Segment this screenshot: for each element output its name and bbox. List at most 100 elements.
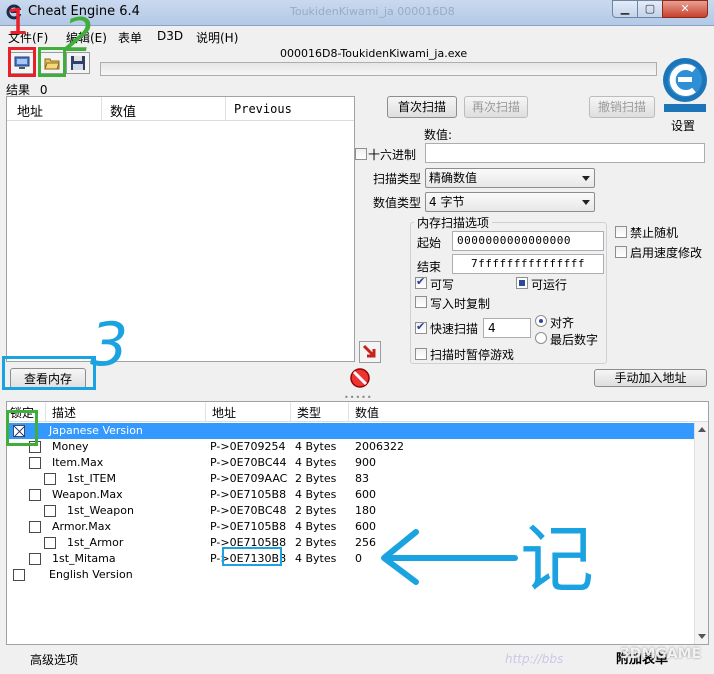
column-address[interactable]: 地址 — [212, 404, 236, 421]
last-digits-radio[interactable] — [535, 332, 547, 344]
table-row[interactable]: English Version — [7, 567, 695, 583]
menu-d3d[interactable]: D3D — [157, 29, 183, 43]
menu-file[interactable]: 文件(F) — [8, 29, 48, 46]
pause-game-checkbox[interactable] — [415, 348, 427, 360]
table-row[interactable]: Weapon.Max P->0E7105B8 4 Bytes 600 — [7, 487, 695, 503]
row-value: 900 — [355, 456, 376, 469]
row-active-checkbox[interactable] — [44, 505, 56, 517]
row-type: 4 Bytes — [295, 440, 337, 453]
address-table[interactable]: 锁定 描述 地址 类型 数值 Japanese Version Money P->0… — [6, 401, 709, 645]
column-previous[interactable]: Previous — [234, 102, 292, 116]
row-active-checkbox[interactable] — [29, 553, 41, 565]
undo-scan-button[interactable]: 撤销扫描 — [589, 96, 655, 118]
close-button[interactable]: ✕ — [662, 0, 708, 18]
scan-type-value: 精确数值 — [429, 171, 478, 185]
start-label: 起始 — [417, 236, 442, 250]
chevron-down-icon — [582, 200, 590, 205]
row-active-checkbox[interactable] — [29, 441, 41, 453]
executable-checkbox[interactable] — [516, 277, 528, 289]
row-type: 2 Bytes — [295, 536, 337, 549]
row-description: 1st_Weapon — [67, 504, 134, 517]
value-input[interactable] — [425, 143, 705, 163]
copy-on-write-label: 写入时复制 — [430, 297, 491, 311]
row-active-checkbox[interactable] — [13, 569, 25, 581]
start-address-input[interactable]: 0000000000000000 — [452, 231, 604, 251]
value-type-select[interactable]: 4 字节 — [425, 192, 595, 212]
no-random-label: 禁止随机 — [630, 226, 679, 240]
table-row[interactable]: 1st_Weapon P->0E70BC48 2 Bytes 180 — [7, 503, 695, 519]
settings-label[interactable]: 设置 — [671, 117, 695, 134]
window-title: Cheat Engine 6.4 — [28, 4, 140, 19]
row-address: P->0E7105B8 — [210, 536, 287, 549]
save-button[interactable] — [66, 52, 90, 74]
results-label: 结果 — [6, 83, 31, 97]
row-active-checkbox[interactable] — [29, 489, 41, 501]
row-address: P->0E7105B8 — [210, 488, 287, 501]
open-file-button[interactable] — [40, 52, 64, 74]
select-process-button[interactable] — [10, 52, 34, 74]
red-arrow-icon — [362, 344, 376, 358]
next-scan-button[interactable]: 再次扫描 — [464, 96, 528, 118]
column-active[interactable]: 锁定 — [10, 404, 34, 421]
watermark-url: http://bbs — [505, 652, 564, 666]
row-active-checkbox[interactable] — [29, 521, 41, 533]
memory-view-button[interactable]: 查看内存 — [10, 368, 86, 390]
scan-results-list[interactable]: 地址 数值 Previous — [6, 96, 355, 362]
row-description: English Version — [49, 568, 133, 581]
column-type[interactable]: 类型 — [297, 404, 321, 421]
menu-help[interactable]: 说明(H) — [196, 29, 238, 46]
fast-scan-input[interactable]: 4 — [483, 318, 531, 338]
scroll-down-icon[interactable] — [698, 634, 706, 639]
value-label: 数值: — [424, 128, 453, 142]
table-row[interactable]: 1st_Mitama P->0E7130B8 4 Bytes 0 — [7, 551, 695, 567]
alignment-radio[interactable] — [535, 315, 547, 327]
menu-bar: 文件(F) 编辑(E) 表单 D3D 说明(H) — [0, 26, 714, 46]
minimize-button[interactable]: ▁ — [612, 0, 638, 18]
column-description[interactable]: 描述 — [52, 404, 76, 421]
menu-edit[interactable]: 编辑(E) — [66, 29, 107, 46]
copy-on-write-checkbox[interactable] — [415, 296, 427, 308]
fast-scan-label: 快速扫描 — [430, 322, 479, 336]
cheat-engine-logo-icon[interactable] — [658, 56, 712, 116]
chevron-down-icon — [582, 176, 590, 181]
clear-list-button[interactable] — [349, 367, 371, 389]
row-active-checkbox[interactable] — [13, 425, 25, 437]
open-folder-icon — [44, 58, 60, 70]
scan-type-select[interactable]: 精确数值 — [425, 168, 595, 188]
row-type: 4 Bytes — [295, 488, 337, 501]
menu-table[interactable]: 表单 — [118, 29, 142, 46]
row-description: 1st_Armor — [67, 536, 124, 549]
row-description: Item.Max — [52, 456, 104, 469]
fast-scan-checkbox[interactable] — [415, 320, 427, 334]
advanced-options-link[interactable]: 高级选项 — [30, 651, 78, 668]
table-row[interactable]: Money P->0E709254 4 Bytes 2006322 — [7, 439, 695, 455]
add-address-manually-button[interactable]: 手动加入地址 — [594, 369, 707, 387]
table-row[interactable]: 1st_ITEM P->0E709AAC 2 Bytes 83 — [7, 471, 695, 487]
writable-label: 可写 — [430, 278, 455, 292]
column-value[interactable]: 数值 — [110, 101, 136, 120]
row-active-checkbox[interactable] — [29, 457, 41, 469]
row-active-checkbox[interactable] — [44, 473, 56, 485]
alignment-label: 对齐 — [550, 316, 575, 330]
first-scan-button[interactable]: 首次扫描 — [387, 96, 457, 118]
table-row[interactable]: Item.Max P->0E70BC44 4 Bytes 900 — [7, 455, 695, 471]
writable-checkbox[interactable] — [415, 275, 427, 289]
table-row[interactable]: Japanese Version — [7, 423, 695, 439]
row-description: Armor.Max — [52, 520, 112, 533]
address-table-scrollbar[interactable] — [694, 422, 708, 644]
column-address[interactable]: 地址 — [17, 101, 43, 120]
title-bar: Cheat Engine 6.4 ToukidenKiwami_ja 00001… — [0, 0, 714, 26]
table-row[interactable]: 1st_Armor P->0E7105B8 2 Bytes 256 — [7, 535, 695, 551]
row-active-checkbox[interactable] — [44, 537, 56, 549]
add-selected-to-list-button[interactable] — [359, 341, 381, 363]
floppy-disk-icon — [71, 56, 85, 70]
column-value[interactable]: 数值 — [355, 404, 379, 421]
no-random-checkbox[interactable] — [615, 226, 627, 238]
maximize-button[interactable]: ▢ — [637, 0, 663, 18]
hex-checkbox[interactable] — [355, 148, 367, 160]
stop-address-input[interactable]: 7fffffffffffffff — [452, 254, 604, 274]
row-description: Money — [52, 440, 89, 453]
table-row[interactable]: Armor.Max P->0E7105B8 4 Bytes 600 — [7, 519, 695, 535]
speedhack-checkbox[interactable] — [615, 246, 627, 258]
scroll-up-icon[interactable] — [698, 427, 706, 432]
